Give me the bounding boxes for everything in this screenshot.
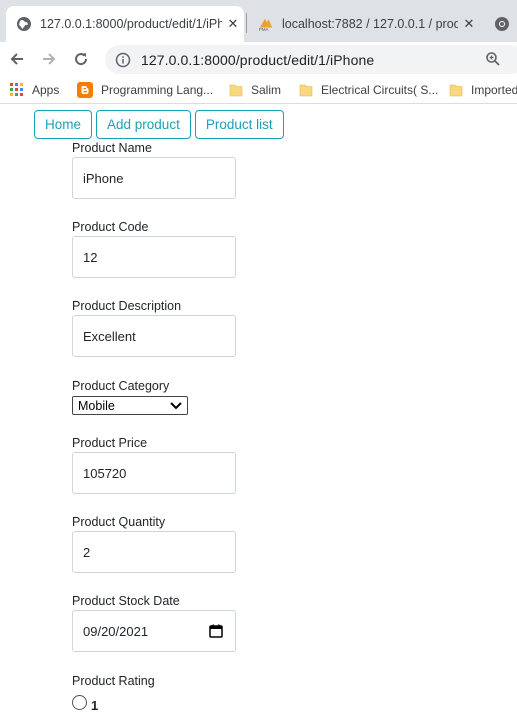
stock-date-value: 09/20/2021 [83,623,149,639]
calendar-icon[interactable] [209,624,223,641]
bookmark-label: Programming Lang... [101,83,214,97]
product-code-input[interactable]: 12 [72,236,236,278]
product-category-value: Mobile [78,398,115,413]
product-category-select[interactable]: Mobile [72,396,188,415]
product-quantity-label: Product Quantity [72,515,166,529]
tab-product-edit[interactable]: 127.0.0.1:8000/product/edit/1/iPh ✕ [6,6,244,42]
product-stock-date-input[interactable]: 09/20/2021 [72,610,236,652]
close-tab-icon[interactable]: ✕ [222,16,244,32]
bookmark-imported[interactable]: Imported [449,81,517,99]
globe-icon [16,16,32,32]
bookmark-apps[interactable]: Apps [10,81,59,99]
folder-icon [299,83,313,97]
bookmark-electrical[interactable]: Electrical Circuits( S... [299,81,438,99]
folder-icon [449,83,463,97]
tab-chrome[interactable] [484,6,517,42]
product-stock-date-label: Product Stock Date [72,594,180,608]
page-nav: Home Add product Product list [34,110,284,139]
product-price-input[interactable]: 105720 [72,452,236,494]
product-price-label: Product Price [72,436,148,450]
tab-divider [246,13,247,33]
bookmarks-bar: Apps Programming Lang... Salim Electrica… [0,76,517,104]
product-code-label: Product Code [72,220,149,234]
bookmark-label: Electrical Circuits( S... [321,83,439,97]
product-description-input[interactable]: Excellent [72,315,236,357]
bookmark-label: Apps [32,83,60,97]
browser-toolbar: 127.0.0.1:8000/product/edit/1/iPhone [0,42,517,76]
product-list-button[interactable]: Product list [194,110,284,139]
product-rating-label: Product Rating [72,674,155,688]
svg-text:PMA: PMA [259,27,269,32]
chevron-down-icon [170,400,182,414]
product-name-label: Product Name [72,141,152,155]
phpmyadmin-icon: PMA [258,16,274,32]
bookmark-salim[interactable]: Salim [229,81,281,99]
product-description-label: Product Description [72,299,182,313]
close-tab-icon[interactable]: ✕ [458,16,480,32]
address-bar[interactable]: 127.0.0.1:8000/product/edit/1/iPhone [105,45,517,74]
bookmark-label: Salim [251,83,282,97]
forward-icon[interactable] [38,48,60,70]
chrome-icon [494,16,510,32]
product-category-label: Product Category [72,379,170,393]
reload-icon[interactable] [70,48,92,70]
bookmark-programming[interactable]: Programming Lang... [77,81,213,99]
rating-option-label: 1 [91,698,99,713]
tab-title: 127.0.0.1:8000/product/edit/1/iPh [40,17,222,31]
bookmark-label: Imported [471,83,517,97]
url-text: 127.0.0.1:8000/product/edit/1/iPhone [141,51,375,68]
info-icon[interactable] [115,52,131,68]
apps-grid-icon [10,83,24,97]
home-button[interactable]: Home [34,110,93,139]
folder-icon [229,83,243,97]
product-quantity-input[interactable]: 2 [72,531,236,573]
blogger-icon [77,82,93,98]
tab-strip: 127.0.0.1:8000/product/edit/1/iPh ✕ PMA … [0,0,517,42]
zoom-icon[interactable] [485,51,501,72]
back-icon[interactable] [6,48,28,70]
rating-radio-1[interactable] [72,695,87,710]
product-name-input[interactable]: iPhone [72,157,236,199]
tab-phpmyadmin[interactable]: PMA localhost:7882 / 127.0.0.1 / produ ✕ [248,6,480,42]
add-product-button[interactable]: Add product [96,110,191,139]
tab-title: localhost:7882 / 127.0.0.1 / produ [282,17,458,31]
